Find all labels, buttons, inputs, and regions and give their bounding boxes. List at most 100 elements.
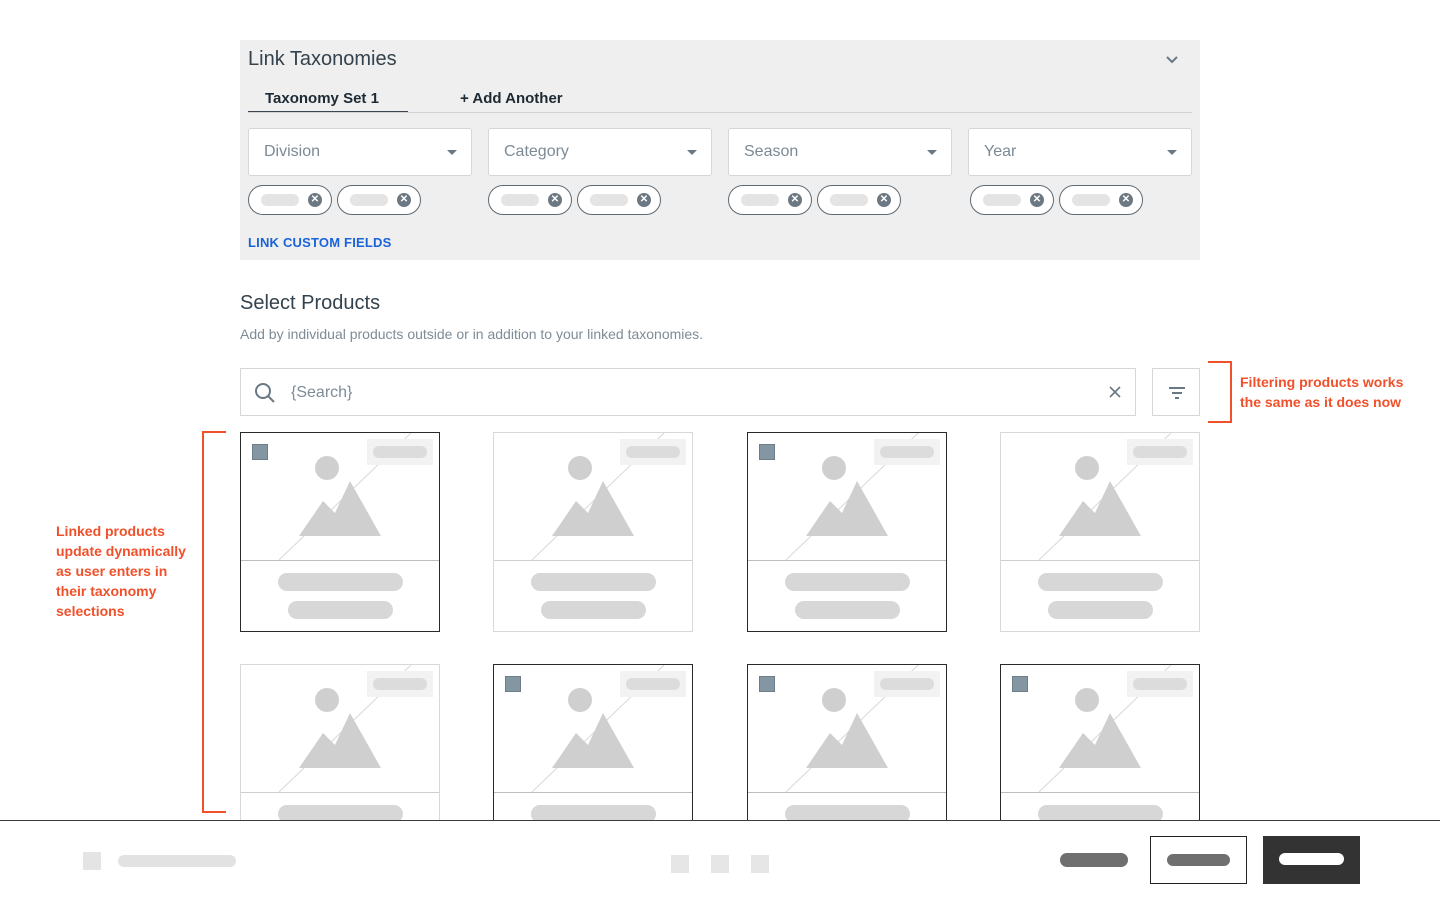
badge-placeholder: [874, 439, 940, 465]
tab-add-another[interactable]: + Add Another: [460, 90, 563, 114]
remove-chip-icon[interactable]: ✕: [1030, 193, 1044, 207]
annotation-bracket: [202, 431, 226, 813]
season-dropdown[interactable]: Season: [728, 128, 952, 176]
button-label-placeholder: [1279, 853, 1344, 865]
dropdown-label: Division: [264, 143, 321, 160]
year-chip: ✕: [970, 185, 1054, 215]
remove-chip-icon[interactable]: ✕: [548, 193, 562, 207]
caret-down-icon: [687, 150, 697, 155]
badge-placeholder: [367, 439, 433, 465]
chip-placeholder: [1072, 194, 1110, 206]
remove-chip-icon[interactable]: ✕: [788, 193, 802, 207]
card-divider: [748, 560, 946, 561]
linked-products-annotation: Linked products update dynamically as us…: [56, 523, 186, 619]
dropdown-label: Season: [744, 143, 799, 160]
filtering-annotation: Filtering products works the same as it …: [1240, 374, 1404, 410]
card-divider: [1001, 560, 1199, 561]
footer-bar: [0, 820, 1440, 900]
division-chip: ✕: [337, 185, 421, 215]
division-chip: ✕: [248, 185, 332, 215]
card-divider: [748, 792, 946, 793]
tab-taxonomy-set-1[interactable]: Taxonomy Set 1: [248, 90, 408, 113]
card-divider: [1001, 792, 1199, 793]
badge-bar: [1133, 446, 1187, 458]
chip-placeholder: [741, 194, 779, 206]
badge-placeholder: [1127, 671, 1193, 697]
badge-placeholder: [367, 671, 433, 697]
category-dropdown[interactable]: Category: [488, 128, 712, 176]
product-meta-placeholder: [288, 601, 393, 619]
annotation-bracket: [1208, 361, 1232, 423]
remove-chip-icon[interactable]: ✕: [308, 193, 322, 207]
chip-placeholder: [830, 194, 868, 206]
remove-chip-icon[interactable]: ✕: [637, 193, 651, 207]
year-dropdown[interactable]: Year: [968, 128, 1192, 176]
product-meta-placeholder: [541, 601, 646, 619]
product-card[interactable]: [240, 432, 440, 632]
chevron-down-icon[interactable]: [1164, 52, 1180, 68]
button-label-placeholder: [1167, 854, 1230, 866]
badge-bar: [626, 446, 680, 458]
dropdown-label: Year: [984, 143, 1017, 160]
chip-placeholder: [501, 194, 539, 206]
remove-chip-icon[interactable]: ✕: [877, 193, 891, 207]
badge-placeholder: [874, 671, 940, 697]
primary-button[interactable]: [1263, 836, 1360, 884]
badge-placeholder: [1127, 439, 1193, 465]
search-input[interactable]: [291, 381, 1071, 405]
product-checkbox[interactable]: [505, 676, 521, 692]
product-meta-placeholder: [1048, 601, 1153, 619]
season-chip: ✕: [728, 185, 812, 215]
link-custom-fields-link[interactable]: LINK CUSTOM FIELDS: [248, 235, 391, 250]
section-subtitle: Add by individual products outside or in…: [240, 326, 704, 342]
badge-bar: [626, 678, 680, 690]
selection-count-placeholder: [118, 855, 236, 867]
product-name-placeholder: [531, 573, 656, 591]
product-meta-placeholder: [795, 601, 900, 619]
season-chip: ✕: [817, 185, 901, 215]
product-card[interactable]: [1000, 432, 1200, 632]
category-chip: ✕: [577, 185, 661, 215]
section-title: Select Products: [240, 292, 381, 314]
pagination-control[interactable]: [711, 855, 729, 873]
panel-title: Link Taxonomies: [248, 48, 397, 70]
card-divider: [494, 792, 692, 793]
remove-chip-icon[interactable]: ✕: [1119, 193, 1133, 207]
product-checkbox[interactable]: [252, 444, 268, 460]
chip-placeholder: [983, 194, 1021, 206]
product-name-placeholder: [1038, 573, 1163, 591]
product-name-placeholder: [278, 573, 403, 591]
product-checkbox[interactable]: [759, 676, 775, 692]
badge-bar: [373, 678, 427, 690]
close-icon[interactable]: [1107, 384, 1123, 400]
caret-down-icon: [927, 150, 937, 155]
secondary-button[interactable]: [1150, 836, 1247, 884]
badge-placeholder: [620, 439, 686, 465]
badge-bar: [1133, 678, 1187, 690]
product-card[interactable]: [493, 432, 693, 632]
remove-chip-icon[interactable]: ✕: [397, 193, 411, 207]
select-all-checkbox[interactable]: [83, 852, 101, 870]
product-checkbox[interactable]: [759, 444, 775, 460]
pagination-control[interactable]: [751, 855, 769, 873]
division-dropdown[interactable]: Division: [248, 128, 472, 176]
badge-bar: [880, 446, 934, 458]
badge-bar: [373, 446, 427, 458]
card-divider: [241, 560, 439, 561]
product-name-placeholder: [785, 573, 910, 591]
product-checkbox[interactable]: [1012, 676, 1028, 692]
pagination-control[interactable]: [671, 855, 689, 873]
dropdown-label: Category: [504, 143, 569, 160]
chip-placeholder: [261, 194, 299, 206]
product-card[interactable]: [747, 432, 947, 632]
filter-button[interactable]: [1152, 368, 1200, 416]
category-chip: ✕: [488, 185, 572, 215]
card-divider: [494, 560, 692, 561]
chip-placeholder: [590, 194, 628, 206]
ghost-button[interactable]: [1060, 853, 1128, 867]
card-divider: [241, 792, 439, 793]
badge-bar: [880, 678, 934, 690]
link-taxonomies-panel: Link Taxonomies Taxonomy Set 1 + Add Ano…: [240, 40, 1200, 260]
tab-divider: [248, 112, 1192, 113]
year-chip: ✕: [1059, 185, 1143, 215]
